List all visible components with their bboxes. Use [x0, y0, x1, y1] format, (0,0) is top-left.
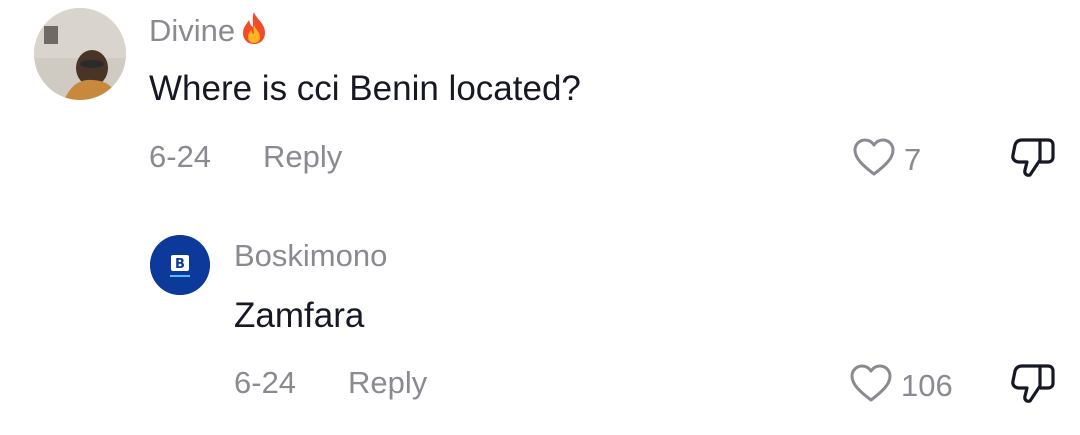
- like-button[interactable]: 7: [852, 137, 921, 182]
- heart-icon: [849, 363, 893, 408]
- avatar[interactable]: B: [150, 235, 210, 295]
- like-button[interactable]: 106: [849, 363, 953, 408]
- heart-icon: [852, 137, 896, 182]
- fire-icon: [239, 11, 269, 53]
- reply-comment: B Boskimono Zamfara 6-24 Reply 106: [0, 210, 1080, 435]
- thumbs-down-icon: [1010, 364, 1056, 408]
- comment-username[interactable]: Divine: [149, 11, 269, 53]
- comment-username[interactable]: Boskimono: [234, 238, 387, 274]
- reply-button[interactable]: Reply: [263, 139, 342, 175]
- comment-date: 6-24: [234, 365, 297, 400]
- dislike-button[interactable]: [1010, 136, 1056, 183]
- svg-text:B: B: [175, 257, 185, 272]
- dislike-button[interactable]: [1010, 362, 1056, 409]
- avatar[interactable]: [34, 8, 126, 100]
- comment: Divine Where is cci Benin located? 6-24 …: [0, 0, 1080, 210]
- comment-text: Where is cci Benin located?: [149, 69, 581, 108]
- like-count: 106: [901, 367, 953, 403]
- comment-date: 6-24: [149, 139, 212, 174]
- thumbs-down-icon: [1010, 138, 1056, 182]
- comment-text: Zamfara: [234, 296, 365, 335]
- reply-button[interactable]: Reply: [348, 365, 427, 401]
- like-count: 7: [904, 141, 922, 177]
